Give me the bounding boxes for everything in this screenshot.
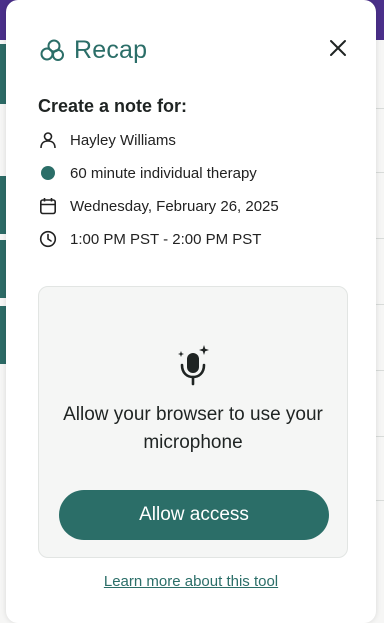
recap-logo-icon [40,39,64,61]
session-type-row: 60 minute individual therapy [38,163,257,183]
microphone-message: Allow your browser to use your microphon… [63,404,323,453]
session-type: 60 minute individual therapy [70,164,257,182]
learn-more-link[interactable]: Learn more about this tool [6,573,376,590]
status-dot-icon [38,163,58,183]
time-row: 1:00 PM PST - 2:00 PM PST [38,229,261,249]
section-title: Create a note for: [38,96,188,116]
microphone-permission-card: Allow your browser to use your microphon… [38,286,348,558]
date-row: Wednesday, February 26, 2025 [38,196,279,216]
calendar-icon [38,196,58,216]
allow-access-button[interactable]: Allow access [59,490,329,540]
client-name: Hayley Williams [70,131,176,149]
session-time: 1:00 PM PST - 2:00 PM PST [70,230,262,248]
recap-logo: Recap [38,36,350,65]
panel-header: Recap [38,36,350,64]
session-date: Wednesday, February 26, 2025 [70,197,279,215]
clock-icon [38,229,58,249]
close-button[interactable] [326,36,350,60]
close-icon [330,40,346,56]
microphone-sparkle-icon [178,345,209,386]
client-row: Hayley Williams [38,130,176,150]
person-icon [38,130,58,150]
recap-panel: Recap Create a note for: Hayley Williams… [6,0,376,623]
app-name: Recap [74,36,148,64]
